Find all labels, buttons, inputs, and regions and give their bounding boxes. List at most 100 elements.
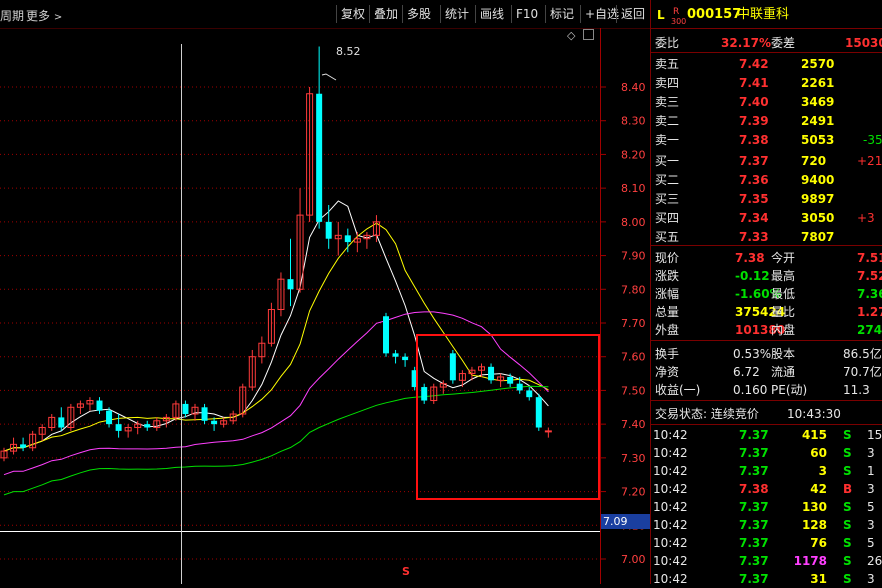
order-change: +3	[857, 211, 875, 225]
order-price: 7.41	[739, 76, 769, 90]
tick-price: 7.37	[739, 446, 769, 460]
y-tick-label: 7.50	[621, 384, 646, 397]
fuquan-button[interactable]: 复权	[336, 5, 369, 23]
tick-price: 7.37	[739, 428, 769, 442]
stat-label: 涨跌	[655, 269, 680, 283]
tick-time: 10:42	[653, 500, 688, 514]
order-sell-row: 卖一 7.38 5053 -35	[651, 131, 882, 149]
stat-value: 70.7亿	[843, 365, 882, 379]
stat-label: 换手	[655, 347, 680, 361]
webi-label: 委比	[655, 36, 680, 50]
y-tick-label: 8.40	[621, 81, 646, 94]
highlight-box	[416, 334, 600, 500]
tick-side: S	[843, 572, 852, 586]
stat-value: -0.12	[735, 269, 770, 283]
order-buy-row: 买二 7.36 9400	[651, 171, 882, 189]
tick-side: S	[843, 464, 852, 478]
y-tick-label: 7.70	[621, 317, 646, 330]
y-tick-label: 7.00	[621, 553, 646, 566]
tick-count: 3	[867, 482, 875, 496]
stats-row: 涨跌 -0.12最高 7.52	[651, 267, 882, 285]
tick-row: 10:42 7.37 76 S 5	[651, 534, 882, 552]
order-price: 7.34	[739, 211, 769, 225]
stats2-row: 换手 0.53% 股本 86.5亿	[651, 345, 882, 363]
candle-body-down	[106, 410, 113, 425]
trade-status-row: 交易状态: 连续竞价 10:43:30	[651, 405, 882, 423]
order-sell-row: 卖五 7.42 2570	[651, 55, 882, 73]
tick-side: S	[843, 446, 852, 460]
stat-label: 内盘	[771, 323, 796, 337]
tick-count: 15	[867, 428, 882, 442]
candle-body-down	[201, 407, 208, 421]
webi-value: 32.17%	[721, 36, 771, 50]
tick-price: 7.37	[739, 572, 769, 586]
y-tick-label: 7.60	[621, 351, 646, 364]
statistics-button[interactable]: 统计	[440, 5, 473, 23]
trade-status-label: 交易状态: 连续竞价	[655, 407, 759, 421]
expand-icon[interactable]	[583, 29, 594, 40]
tick-time: 10:42	[653, 446, 688, 460]
tick-price: 7.37	[739, 536, 769, 550]
candle-body-down	[115, 424, 122, 431]
order-price: 7.35	[739, 192, 769, 206]
tick-side: S	[843, 500, 852, 514]
tick-price: 7.37	[739, 500, 769, 514]
stat-label: 现价	[655, 251, 680, 265]
mark-button[interactable]: 标记	[545, 5, 578, 23]
tick-count: 26	[867, 554, 882, 568]
stat-label: 流通	[771, 365, 796, 379]
stat-value: 86.5亿	[843, 347, 882, 361]
sell-signal-marker: S	[402, 565, 410, 578]
order-price: 7.33	[739, 230, 769, 244]
tick-price: 7.38	[739, 482, 769, 496]
tick-volume: 42	[810, 482, 827, 496]
back-button[interactable]: 返回	[616, 5, 649, 23]
tick-row: 10:42 7.37 128 S 3	[651, 516, 882, 534]
tick-time: 10:42	[653, 464, 688, 478]
more-button[interactable]: 更多 >	[26, 7, 62, 24]
multi-stock-button[interactable]: 多股	[402, 5, 435, 23]
order-level-label: 卖一	[655, 133, 680, 147]
candle-body-down	[316, 93, 323, 222]
tick-volume: 31	[810, 572, 827, 586]
order-price: 7.40	[739, 95, 769, 109]
tick-volume: 76	[810, 536, 827, 550]
tick-count: 5	[867, 500, 875, 514]
stats-row: 现价 7.38 今开 7.51	[651, 249, 882, 267]
order-buy-row: 买一 7.37 720 +210	[651, 152, 882, 170]
period-button[interactable]: 周期	[0, 7, 24, 24]
stat-label: PE(动)	[771, 383, 808, 397]
tick-row: 10:42 7.37 3 S 1	[651, 462, 882, 480]
stat-label: 外盘	[655, 323, 680, 337]
f10-button[interactable]: F10	[511, 5, 542, 23]
draw-line-button[interactable]: 画线	[475, 5, 508, 23]
order-change: +210	[857, 154, 882, 168]
tick-row: 10:42 7.37 1178 S 26	[651, 552, 882, 570]
trade-status-time: 10:43:30	[787, 407, 841, 421]
stat-label: 量比	[771, 305, 796, 319]
tick-time: 10:42	[653, 428, 688, 442]
tick-volume: 128	[801, 518, 827, 532]
level-badge: L	[657, 8, 665, 22]
order-volume: 5053	[801, 133, 835, 147]
tick-price: 7.37	[739, 518, 769, 532]
stats-row: 总量375424量比1.27	[651, 303, 882, 321]
stats-row: 涨幅-1.60%最低7.36	[651, 285, 882, 303]
kline-chart[interactable]: 8.40 8.30 8.20 8.10 8.00 7.90 7.80 7.70 7.60 7.50…	[0, 28, 651, 584]
webi-row: 委比 32.17% 委差 15030	[651, 34, 882, 52]
high-price-annotation: 8.52	[336, 45, 361, 58]
order-volume: 7807	[801, 230, 835, 244]
stats2-row: 收益(一) 0.160 PE(动) 11.3	[651, 381, 882, 399]
tick-side: S	[843, 428, 852, 442]
overlay-button[interactable]: 叠加	[369, 5, 402, 23]
stat-label: 净资	[655, 365, 680, 379]
order-change: -35	[863, 133, 882, 147]
candle-body-down	[182, 403, 189, 415]
diamond-icon[interactable]: ◇	[567, 29, 575, 42]
y-tick-label: 7.40	[621, 418, 646, 431]
stat-value: 7.38	[735, 251, 765, 265]
tick-row: 10:42 7.37 130 S 5	[651, 498, 882, 516]
quote-panel: L R 300 000157 中联重科 委比 32.17% 委差 15030 卖…	[650, 0, 882, 586]
stats-row: 外盘101380内盘274044	[651, 321, 882, 339]
tick-time: 10:42	[653, 554, 688, 568]
